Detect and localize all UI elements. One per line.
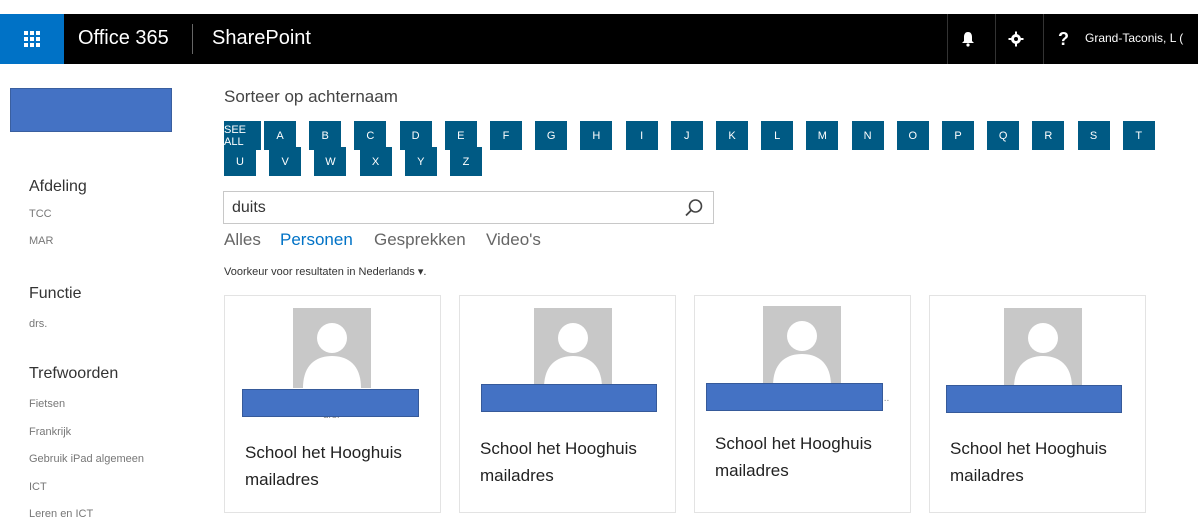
person-organization: School het Hooghuis [480, 439, 637, 458]
search-input[interactable] [232, 196, 672, 220]
letter-o[interactable]: O [896, 121, 929, 150]
suite-bar: Office 365 SharePoint ? Grand-Taconis, L… [0, 14, 1198, 64]
letter-r[interactable]: R [1032, 121, 1065, 150]
app-title[interactable]: SharePoint [212, 27, 311, 50]
letter-s[interactable]: S [1077, 121, 1110, 150]
person-mail[interactable]: mailadres [715, 457, 872, 484]
person-organization: School het Hooghuis [715, 434, 872, 453]
letter-n[interactable]: N [851, 121, 884, 150]
letter-q[interactable]: Q [987, 121, 1020, 150]
person-mail[interactable]: mailadres [245, 466, 402, 493]
letter-j[interactable]: J [670, 121, 703, 150]
search-box [223, 191, 714, 224]
brand-divider [192, 24, 193, 54]
person-details: School het Hooghuis mailadres [715, 430, 872, 484]
refiner-item[interactable]: drs. [29, 318, 47, 330]
letter-v[interactable]: V [269, 147, 302, 176]
refiner-title: Afdeling [29, 178, 87, 195]
letter-a[interactable]: A [264, 121, 296, 150]
vertical-gesprekken[interactable]: Gesprekken [374, 230, 466, 250]
redacted-name [706, 383, 883, 411]
refiner-title: Trefwoorden [29, 365, 119, 382]
refiner-title: Functie [29, 285, 82, 302]
letter-e[interactable]: E [444, 121, 477, 150]
sort-label: Sorteer op achternaam [224, 87, 398, 106]
letter-z[interactable]: Z [450, 147, 482, 176]
refiner-item[interactable]: Gebruik iPad algemeen [29, 453, 144, 465]
refiner-item[interactable]: TCC [29, 208, 52, 220]
office365-brand[interactable]: Office 365 [78, 27, 169, 50]
person-details: School het Hooghuis mailadres [950, 435, 1107, 489]
letter-y[interactable]: Y [404, 147, 437, 176]
avatar-placeholder-icon [293, 308, 371, 388]
letter-h[interactable]: H [580, 121, 613, 150]
letter-b[interactable]: B [309, 121, 342, 150]
letter-l[interactable]: L [761, 121, 794, 150]
letter-t[interactable]: T [1122, 121, 1155, 150]
person-details: School het Hooghuis mailadres [245, 439, 402, 493]
person-mail[interactable]: mailadres [950, 462, 1107, 489]
avatar-placeholder-icon [534, 308, 612, 388]
person-organization: School het Hooghuis [245, 443, 402, 462]
avatar-placeholder-icon [763, 306, 841, 386]
person-card[interactable]: School het Hooghuis mailadres [929, 295, 1146, 513]
letter-x[interactable]: X [359, 147, 392, 176]
gear-icon[interactable] [995, 14, 1035, 64]
top-strip [0, 0, 1198, 14]
person-card[interactable]: drs.School het Hooghuismailadres [224, 295, 441, 513]
letter-g[interactable]: G [535, 121, 568, 150]
letter-u[interactable]: U [224, 147, 256, 176]
vertical-alles[interactable]: Alles [224, 230, 261, 250]
person-details: School het Hooghuis mailadres [480, 435, 637, 489]
refiner-item[interactable]: Frankrijk [29, 426, 71, 438]
vertical-personen[interactable]: Personen [280, 230, 353, 250]
avatar-placeholder-icon [1004, 308, 1082, 388]
letter-w[interactable]: W [314, 147, 347, 176]
language-preference[interactable]: Voorkeur voor resultaten in Nederlands ▾… [224, 265, 426, 278]
person-card[interactable]: ... School het Hooghuis mailadres [694, 295, 911, 513]
person-card[interactable]: School het Hooghuis mailadres [459, 295, 676, 513]
letter-p[interactable]: P [942, 121, 974, 150]
letter-i[interactable]: I [625, 121, 658, 150]
redacted-name [481, 384, 657, 412]
person-mail[interactable]: mailadres [480, 462, 637, 489]
waffle-icon[interactable] [0, 14, 64, 64]
person-organization: School het Hooghuis [950, 439, 1107, 458]
letter-d[interactable]: D [399, 121, 432, 150]
letter-c[interactable]: C [354, 121, 387, 150]
redacted-name [946, 385, 1122, 413]
letter-m[interactable]: M [806, 121, 839, 150]
refiner-item[interactable]: Leren en ICT [29, 508, 93, 520]
vertical-videos[interactable]: Video's [486, 230, 541, 250]
redacted-block [10, 88, 172, 132]
letter-see-all[interactable]: SEE ALL [224, 121, 261, 150]
letter-k[interactable]: K [716, 121, 748, 150]
bell-icon[interactable] [947, 14, 987, 64]
refiner-item[interactable]: ICT [29, 481, 47, 493]
search-icon[interactable] [683, 197, 705, 219]
help-icon[interactable]: ? [1043, 14, 1083, 64]
refiner-item[interactable]: MAR [29, 235, 53, 247]
redacted-name [242, 389, 419, 417]
user-name[interactable]: Grand-Taconis, L ( [1085, 31, 1183, 45]
refiner-item[interactable]: Fietsen [29, 398, 65, 410]
letter-f[interactable]: F [490, 121, 522, 150]
